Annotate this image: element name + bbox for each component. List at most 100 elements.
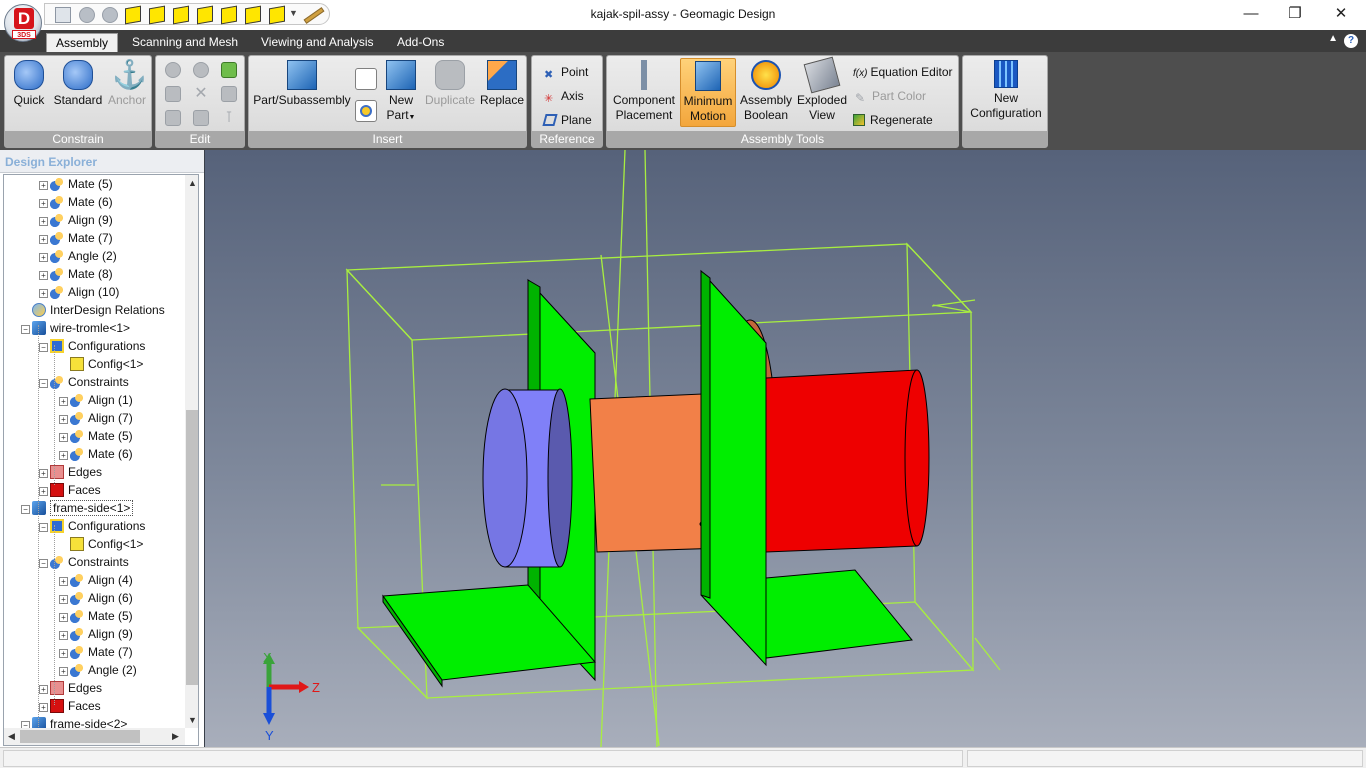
- standard-constrain-button[interactable]: Standard: [51, 60, 105, 108]
- tree-item[interactable]: − Constraints: [39, 373, 129, 391]
- expand-toggle-icon[interactable]: +: [39, 289, 48, 298]
- minimum-motion-button[interactable]: Minimum Motion: [680, 58, 736, 127]
- tree-item[interactable]: + Mate (7): [39, 229, 113, 247]
- edit-hide-icon[interactable]: [221, 86, 237, 102]
- insert-grid-icon[interactable]: [355, 68, 377, 90]
- ribbon-collapse-icon[interactable]: ▲: [1328, 33, 1338, 44]
- edit-move-icon[interactable]: [165, 110, 181, 126]
- expand-toggle-icon[interactable]: +: [39, 253, 48, 262]
- tree-item[interactable]: + Faces: [39, 697, 101, 715]
- tree-item[interactable]: + Mate (7): [59, 643, 133, 661]
- horizontal-scroll-thumb[interactable]: [20, 730, 140, 743]
- expand-toggle-icon[interactable]: +: [39, 271, 48, 280]
- tree-item[interactable]: + Align (4): [59, 571, 133, 589]
- expand-toggle-icon[interactable]: +: [59, 577, 68, 586]
- expand-toggle-icon[interactable]: +: [39, 235, 48, 244]
- expand-toggle-icon[interactable]: +: [59, 451, 68, 460]
- tree-item[interactable]: + Align (6): [59, 589, 133, 607]
- tree-item[interactable]: + Mate (6): [39, 193, 113, 211]
- plane-button[interactable]: Plane: [542, 112, 592, 128]
- tab-assembly[interactable]: Assembly: [46, 33, 119, 52]
- expand-toggle-icon[interactable]: +: [59, 631, 68, 640]
- tree-item[interactable]: InterDesign Relations: [21, 301, 165, 319]
- tree-item[interactable]: + Align (9): [59, 625, 133, 643]
- tree-item[interactable]: + Edges: [39, 679, 102, 697]
- axis-button[interactable]: ✳ Axis: [544, 88, 584, 105]
- expand-toggle-icon[interactable]: +: [39, 469, 48, 478]
- tree-item[interactable]: + Align (9): [39, 211, 113, 229]
- tree-item[interactable]: − Constraints: [39, 553, 129, 571]
- expand-toggle-icon[interactable]: +: [59, 667, 68, 676]
- expand-toggle-icon[interactable]: +: [39, 199, 48, 208]
- close-button[interactable]: ✕: [1326, 4, 1356, 24]
- expand-toggle-icon[interactable]: +: [59, 415, 68, 424]
- exploded-view-button[interactable]: Exploded View: [794, 56, 850, 123]
- tree-item[interactable]: + Mate (5): [39, 175, 113, 193]
- design-explorer-tree[interactable]: + Mate (5) + Mate (6) + Align (9) + Mate (7) + An…: [3, 174, 199, 746]
- tree-item[interactable]: + Mate (5): [59, 427, 133, 445]
- expand-toggle-icon[interactable]: +: [59, 595, 68, 604]
- expand-toggle-icon[interactable]: −: [39, 379, 48, 388]
- vertical-scroll-thumb[interactable]: [186, 410, 198, 685]
- assembly-boolean-button[interactable]: Assembly Boolean: [738, 60, 794, 123]
- regenerate-button[interactable]: Regenerate: [853, 112, 933, 128]
- edit-pin-icon[interactable]: ⊺: [221, 110, 237, 126]
- equation-editor-button[interactable]: f(x) Equation Editor: [853, 64, 953, 82]
- expand-toggle-icon[interactable]: +: [59, 397, 68, 406]
- expand-toggle-icon[interactable]: +: [59, 613, 68, 622]
- point-button[interactable]: ✖ Point: [544, 64, 588, 81]
- expand-toggle-icon[interactable]: +: [39, 685, 48, 694]
- help-icon[interactable]: ?: [1344, 34, 1358, 48]
- expand-toggle-icon[interactable]: −: [39, 523, 48, 532]
- scroll-up-icon[interactable]: ▲: [185, 175, 198, 191]
- restore-button[interactable]: ❐: [1280, 4, 1310, 24]
- expand-toggle-icon[interactable]: +: [59, 649, 68, 658]
- tree-item[interactable]: + Faces: [39, 481, 101, 499]
- expand-toggle-icon[interactable]: +: [39, 487, 48, 496]
- expand-toggle-icon[interactable]: −: [39, 559, 48, 568]
- tab-scanning-and-mesh[interactable]: Scanning and Mesh: [132, 33, 238, 52]
- expand-toggle-icon[interactable]: +: [59, 433, 68, 442]
- edit-suppress-icon[interactable]: [165, 62, 181, 78]
- tab-viewing-and-analysis[interactable]: Viewing and Analysis: [261, 33, 374, 52]
- anchor-button[interactable]: ⚓ Anchor: [105, 60, 149, 108]
- scroll-down-icon[interactable]: ▼: [185, 712, 198, 728]
- component-placement-button[interactable]: Component Placement: [610, 60, 678, 123]
- expand-toggle-icon[interactable]: −: [21, 325, 30, 334]
- insert-gear-icon[interactable]: [355, 100, 377, 122]
- base-plate-right[interactable]: [765, 569, 913, 659]
- spool-cylinder[interactable]: [765, 369, 930, 553]
- expand-toggle-icon[interactable]: +: [39, 181, 48, 190]
- application-menu-button[interactable]: D 3DS: [4, 4, 42, 42]
- tree-item[interactable]: + Mate (8): [39, 265, 113, 283]
- tree-item[interactable]: + Mate (6): [59, 445, 133, 463]
- tree-item[interactable]: + Align (1): [59, 391, 133, 409]
- expand-toggle-icon[interactable]: +: [39, 703, 48, 712]
- tree-item[interactable]: + Align (7): [59, 409, 133, 427]
- edit-delete-icon[interactable]: ✕: [193, 86, 209, 102]
- expand-toggle-icon[interactable]: −: [39, 343, 48, 352]
- new-part-button[interactable]: New Part▼: [381, 60, 421, 125]
- hub-cylinder[interactable]: [482, 388, 573, 568]
- duplicate-button[interactable]: Duplicate: [423, 60, 477, 108]
- expand-toggle-icon[interactable]: +: [39, 217, 48, 226]
- edit-update-icon[interactable]: [221, 62, 237, 78]
- edit-properties-icon[interactable]: [165, 86, 181, 102]
- tree-item[interactable]: + Align (10): [39, 283, 119, 301]
- assembly-model-view[interactable]: X Z Y: [205, 150, 1366, 747]
- tree-item[interactable]: Config<1>: [59, 535, 143, 553]
- scroll-left-icon[interactable]: ◀: [4, 728, 19, 745]
- quick-constrain-button[interactable]: Quick: [9, 60, 49, 108]
- minimize-button[interactable]: —: [1236, 4, 1266, 24]
- vertical-scrollbar[interactable]: ▲ ▼: [185, 175, 198, 728]
- tree-item[interactable]: Config<1>: [59, 355, 143, 373]
- tree-item[interactable]: + Angle (2): [39, 247, 117, 265]
- 3d-viewport[interactable]: X Z Y: [204, 150, 1366, 747]
- replace-button[interactable]: Replace: [479, 60, 525, 108]
- tree-item[interactable]: + Mate (5): [59, 607, 133, 625]
- new-configuration-button[interactable]: New Configuration: [966, 60, 1046, 121]
- part-color-button[interactable]: ✎ Part Color: [855, 88, 926, 104]
- expand-toggle-icon[interactable]: −: [21, 505, 30, 514]
- horizontal-scrollbar[interactable]: ◀ ▶: [4, 728, 185, 745]
- tree-item[interactable]: + Angle (2): [59, 661, 137, 679]
